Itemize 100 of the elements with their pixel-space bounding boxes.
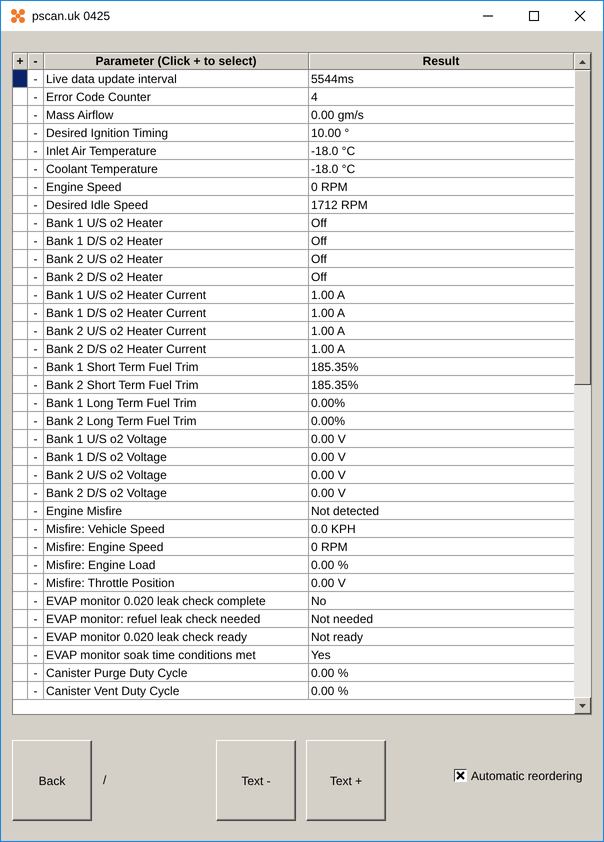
parameter-cell: EVAP monitor 0.020 leak check complete [44,592,309,609]
parameter-cell: Misfire: Engine Speed [44,538,309,555]
remove-cell[interactable]: - [28,70,44,87]
remove-cell[interactable]: - [28,682,44,699]
parameter-cell: EVAP monitor soak time conditions met [44,646,309,663]
parameter-cell: Desired Ignition Timing [44,124,309,141]
parameter-cell: Misfire: Vehicle Speed [44,520,309,537]
remove-cell[interactable]: - [28,502,44,519]
parameter-cell: EVAP monitor 0.020 leak check ready [44,628,309,645]
result-cell-text: 1.00 A [310,340,346,357]
scroll-down-icon[interactable] [579,704,586,708]
check-x-icon [456,771,465,780]
result-cell-text: 4 [310,88,319,105]
parameter-cell: Bank 1 U/S o2 Heater [44,214,309,231]
result-cell-text: 0 RPM [310,178,349,195]
scrollbar[interactable] [574,53,591,714]
remove-cell[interactable]: - [28,412,44,429]
parameter-cell: Canister Vent Duty Cycle [44,682,309,699]
result-cell-text: -18.0 °C [310,142,356,159]
result-cell-text: -18.0 °C [310,160,356,177]
checkbox-label: Automatic reordering [471,768,582,784]
result-cell-text: 1712 RPM [310,196,369,213]
parameter-cell: Bank 1 D/S o2 Heater [44,232,309,249]
parameter-cell: Misfire: Engine Load [44,556,309,573]
result-cell-text: 0.00 V [310,484,347,501]
result-cell-text: 1.00 A [310,304,346,321]
remove-cell[interactable]: - [28,340,44,357]
remove-cell[interactable]: - [28,538,44,555]
remove-cell[interactable]: - [28,628,44,645]
parameter-cell: Bank 1 D/S o2 Heater Current [44,304,309,321]
result-cell-text: 185.35% [310,358,360,375]
remove-cell[interactable]: - [28,592,44,609]
scroll-thumb[interactable] [574,70,591,385]
result-cell-text: 0.00 % [310,664,350,681]
result-cell-text: Yes [310,646,332,663]
parameter-cell: Bank 2 D/S o2 Heater Current [44,340,309,357]
text-increase-button[interactable]: Text + [306,740,386,821]
remove-cell[interactable]: - [28,232,44,249]
remove-cell[interactable]: - [28,160,44,177]
maximize-icon[interactable] [528,10,540,22]
remove-cell[interactable]: - [28,610,44,627]
parameter-cell: Inlet Air Temperature [44,142,309,159]
window-title: pscan.uk 0425 [32,8,110,25]
parameter-cell: Bank 2 Long Term Fuel Trim [44,412,309,429]
parameter-cell: Misfire: Throttle Position [44,574,309,591]
remove-cell[interactable]: - [28,358,44,375]
app-logo-icon [10,8,26,24]
remove-cell[interactable]: - [28,574,44,591]
scroll-up-icon[interactable] [579,60,586,64]
page-indicator: / [103,772,108,788]
result-cell-text: 0.00 V [310,430,347,447]
remove-cell[interactable]: - [28,520,44,537]
result-cell-text: 185.35% [310,376,360,393]
remove-cell[interactable]: - [28,664,44,681]
remove-cell[interactable]: - [28,322,44,339]
parameter-cell: Desired Idle Speed [44,196,309,213]
remove-cell[interactable]: - [28,466,44,483]
parameter-cell: Bank 2 D/S o2 Heater [44,268,309,285]
parameter-cell: EVAP monitor: refuel leak check needed [44,610,309,627]
result-cell-text: 0.00 gm/s [310,106,365,123]
remove-cell[interactable]: - [28,196,44,213]
remove-cell[interactable]: - [28,394,44,411]
result-cell-text: 0.00 V [310,574,347,591]
remove-cell[interactable]: - [28,268,44,285]
column-header[interactable]: Parameter (Click + to select) [44,53,309,69]
parameter-cell: Bank 2 Short Term Fuel Trim [44,376,309,393]
column-header[interactable]: Result [309,53,574,69]
remove-cell[interactable]: - [28,124,44,141]
parameter-cell: Bank 1 U/S o2 Voltage [44,430,309,447]
parameter-cell: Bank 2 U/S o2 Heater [44,250,309,267]
result-cell-text: 0.00 % [310,556,350,573]
remove-cell[interactable]: - [28,88,44,105]
back-button[interactable]: Back [12,740,92,821]
remove-cell[interactable]: - [28,304,44,321]
remove-cell[interactable]: - [28,178,44,195]
remove-cell[interactable]: - [28,376,44,393]
close-icon[interactable] [574,10,586,22]
remove-cell[interactable]: - [28,646,44,663]
remove-cell[interactable]: - [28,484,44,501]
remove-cell[interactable]: - [28,430,44,447]
auto-reorder-checkbox[interactable] [454,769,467,782]
parameter-cell: Bank 1 Long Term Fuel Trim [44,394,309,411]
result-cell-text: Not detected [310,502,380,519]
remove-cell[interactable]: - [28,214,44,231]
column-header[interactable]: + [13,53,28,69]
result-cell-text: 1.00 A [310,322,346,339]
result-cell-text: Off [310,250,328,267]
remove-cell[interactable]: - [28,556,44,573]
result-cell-text: 0.00 V [310,466,347,483]
parameter-cell: Bank 1 Short Term Fuel Trim [44,358,309,375]
parameter-cell: Bank 1 D/S o2 Voltage [44,448,309,465]
column-header[interactable]: - [28,53,44,69]
remove-cell[interactable]: - [28,106,44,123]
select-cell[interactable] [13,70,28,87]
result-cell-text: 0.00% [310,394,346,411]
remove-cell[interactable]: - [28,448,44,465]
remove-cell[interactable]: - [28,250,44,267]
remove-cell[interactable]: - [28,142,44,159]
text-decrease-button[interactable]: Text - [216,740,296,821]
remove-cell[interactable]: - [28,286,44,303]
